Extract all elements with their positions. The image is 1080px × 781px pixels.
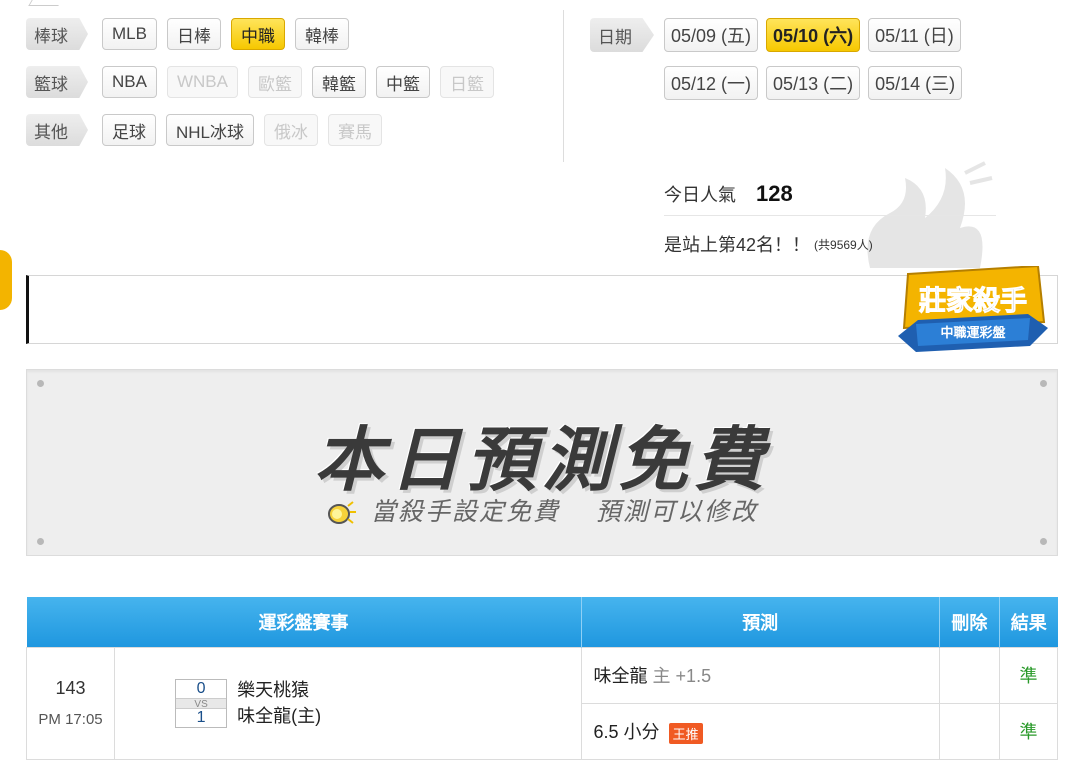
- edge-tab-decoration: [28, 0, 62, 6]
- prediction-cell: 6.5 小分 王推: [580, 702, 940, 760]
- match-cell: 0 VS 1 樂天桃猿 味全龍(主): [114, 646, 582, 760]
- rivet: [1040, 538, 1047, 545]
- prediction-total: 6.5 小分: [593, 722, 660, 742]
- banner-subtitle: 當殺手設定免費 預測可以修改: [27, 492, 1057, 528]
- badge-ribbon: 中職運彩盤: [940, 325, 1006, 341]
- league-chip[interactable]: 中職: [230, 18, 285, 50]
- rivet: [1040, 380, 1047, 387]
- popularity-label: 今日人氣: [664, 184, 736, 205]
- date-label: 日期: [590, 18, 654, 52]
- rivet: [37, 538, 44, 545]
- league-chip: 歐籃: [247, 66, 302, 98]
- date-chip[interactable]: 05/13 (二): [766, 66, 861, 100]
- date-chip[interactable]: 05/14 (三): [868, 66, 963, 100]
- header-delete: 刪除: [939, 597, 1000, 647]
- total-users: (共9569人): [814, 237, 873, 252]
- date-chip[interactable]: 05/12 (一): [664, 66, 759, 100]
- table-header-row: 運彩盤賽事 預測 刪除 結果: [26, 597, 1058, 647]
- delete-cell[interactable]: [938, 646, 1000, 704]
- home-team[interactable]: 味全龍(主): [237, 703, 321, 729]
- date-chip[interactable]: 05/09 (五): [664, 18, 759, 52]
- date-chip[interactable]: 05/11 (日): [868, 18, 961, 52]
- king-pick-tag: 王推: [668, 722, 703, 744]
- header-result: 結果: [999, 597, 1058, 647]
- prediction-line: +1.5: [675, 666, 712, 686]
- rivet: [37, 380, 44, 387]
- prediction-cell: 味全龍 主 +1.5: [580, 646, 940, 704]
- league-chip[interactable]: MLB: [102, 18, 157, 50]
- page: 棒球 MLB 日棒 中職 韓棒籃球 NBA WNBA 歐籃 韓籃 中籃 日籃其他 足球 NHL冰球 俄冰賽…: [0, 0, 1080, 781]
- league-chip[interactable]: 足球: [102, 114, 156, 146]
- league-chip: 賽馬: [328, 114, 383, 146]
- league-chip[interactable]: 韓籃: [311, 66, 366, 98]
- badge-title: 莊家殺手: [919, 285, 1027, 317]
- category-row: 籃球 NBA WNBA 歐籃 韓籃 中籃 日籃: [26, 66, 494, 98]
- prediction-side: 主: [652, 666, 671, 686]
- league-chip[interactable]: 韓棒: [294, 18, 349, 50]
- game-id-cell: 143 PM 17:05: [25, 646, 116, 760]
- date-row-1: 05/09 (五) 05/10 (六) 05/11 (日): [664, 18, 961, 52]
- banner-subtitle-b: 預測可以修改: [595, 498, 758, 526]
- game-number: 143: [55, 677, 86, 698]
- date-chip[interactable]: 05/10 (六): [766, 18, 861, 52]
- league-chip: 俄冰: [264, 114, 319, 146]
- rank-text: 是站上第42名！！: [664, 235, 811, 255]
- date-row-2: 05/12 (一) 05/13 (二) 05/14 (三): [664, 66, 963, 100]
- table-row: 143 PM 17:05 0 VS 1 樂天桃猿 味全龍(主) 味全龍 主 +1…: [25, 646, 1059, 760]
- prediction-team: 味全龍: [593, 666, 648, 686]
- popularity-count: 128: [756, 180, 793, 206]
- banner-subtitle-a: 當殺手設定免費: [371, 498, 561, 526]
- bookmaker-killer-badge: 莊家殺手 中職運彩盤: [898, 266, 1048, 352]
- away-score: 0: [196, 679, 206, 697]
- league-chip: WNBA: [166, 66, 238, 98]
- scoreboard: 0 VS 1: [175, 678, 228, 728]
- game-time: PM 17:05: [38, 710, 103, 728]
- free-prediction-banner: 本日預測免費 當殺手設定免費 預測可以修改: [26, 369, 1058, 556]
- category-label: 其他: [26, 114, 88, 146]
- vs-label: VS: [176, 697, 227, 710]
- category-row: 其他 足球 NHL冰球 俄冰 賽馬: [26, 114, 383, 146]
- category-label: 棒球: [26, 18, 88, 50]
- league-chip[interactable]: NBA: [102, 66, 157, 98]
- league-chip[interactable]: NHL冰球: [166, 114, 255, 146]
- delete-cell[interactable]: [938, 702, 1000, 760]
- league-chip: 日籃: [439, 66, 494, 98]
- header-match: 運彩盤賽事: [26, 597, 582, 647]
- home-score: 1: [196, 708, 206, 726]
- away-team[interactable]: 樂天桃猿: [237, 677, 321, 703]
- category-label: 籃球: [26, 66, 88, 98]
- league-chip[interactable]: 中籃: [375, 66, 430, 98]
- result-cell: 準: [998, 646, 1059, 704]
- category-row: 棒球 MLB 日棒 中職 韓棒: [26, 18, 349, 50]
- header-prediction: 預測: [581, 597, 940, 647]
- popularity-panel: 今日人氣 128 是站上第42名！！ (共9569人): [664, 172, 996, 272]
- side-gold-tab[interactable]: [0, 250, 12, 310]
- prediction-table: 運彩盤賽事 預測 刪除 結果 143 PM 17:05 0 VS 1 樂天桃猿 …: [25, 597, 1059, 760]
- result-cell: 準: [998, 702, 1059, 760]
- league-chip[interactable]: 日棒: [166, 18, 221, 50]
- divider: [563, 10, 564, 162]
- lightbulb-icon: [328, 501, 357, 525]
- banner-title: 本日預測免費: [314, 419, 770, 501]
